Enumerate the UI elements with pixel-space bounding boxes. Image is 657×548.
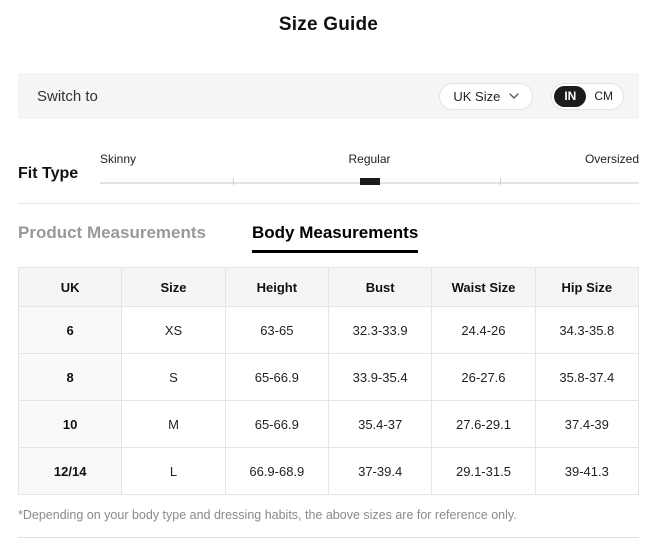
- cell-hip: 35.8-37.4: [534, 353, 640, 401]
- tab-product-measurements[interactable]: Product Measurements: [18, 223, 206, 243]
- fit-option-regular[interactable]: Regular: [348, 152, 390, 166]
- header-waist-size: Waist Size: [431, 267, 536, 307]
- fit-option-oversized[interactable]: Oversized: [585, 152, 639, 166]
- fit-type-slider[interactable]: Skinny Regular Oversized: [100, 152, 639, 185]
- section-divider: [18, 203, 639, 204]
- cell-waist: 26-27.6: [431, 353, 536, 401]
- fit-type-options: Skinny Regular Oversized: [100, 152, 639, 167]
- header-height: Height: [224, 267, 329, 307]
- cell-uk: 12/14: [17, 447, 123, 495]
- cell-uk: 8: [17, 353, 123, 401]
- tab-body-measurements[interactable]: Body Measurements: [252, 223, 419, 253]
- switch-to-bar: Switch to UK Size IN CM: [18, 73, 639, 119]
- unit-toggle: IN CM: [551, 82, 624, 110]
- fit-type-section: Fit Type Skinny Regular Oversized: [18, 152, 639, 185]
- table-row: 10 M 65-66.9 35.4-37 27.6-29.1 37.4-39: [17, 400, 640, 448]
- table-row: 8 S 65-66.9 33.9-35.4 26-27.6 35.8-37.4: [17, 353, 640, 401]
- cell-hip: 34.3-35.8: [534, 306, 640, 354]
- cell-hip: 39-41.3: [534, 447, 640, 495]
- cell-waist: 29.1-31.5: [431, 447, 536, 495]
- cell-hip: 37.4-39: [534, 400, 640, 448]
- cell-size: L: [121, 447, 226, 495]
- cell-height: 65-66.9: [224, 400, 329, 448]
- table-header-row: UK Size Height Bust Waist Size Hip Size: [17, 267, 640, 307]
- reference-footnote: *Depending on your body type and dressin…: [18, 508, 517, 522]
- track-tick: [500, 178, 502, 185]
- header-size: Size: [121, 267, 226, 307]
- cell-bust: 35.4-37: [327, 400, 433, 448]
- size-standard-value: UK Size: [453, 88, 501, 104]
- track-tick: [233, 178, 235, 185]
- header-hip-size: Hip Size: [534, 267, 640, 307]
- cell-bust: 33.9-35.4: [327, 353, 433, 401]
- measurement-tabs: Product Measurements Body Measurements: [18, 223, 639, 253]
- cell-height: 65-66.9: [224, 353, 329, 401]
- cell-bust: 32.3-33.9: [327, 306, 433, 354]
- unit-option-cm[interactable]: CM: [586, 86, 621, 107]
- fit-type-track[interactable]: [100, 178, 639, 185]
- header-bust: Bust: [327, 267, 433, 307]
- page-title: Size Guide: [278, 14, 379, 35]
- bottom-divider: [18, 537, 639, 538]
- cell-size: M: [121, 400, 226, 448]
- cell-waist: 24.4-26: [431, 306, 536, 354]
- switch-controls: UK Size IN CM: [439, 82, 624, 110]
- fit-type-marker-handle[interactable]: [359, 178, 380, 185]
- switch-to-label: Switch to: [37, 87, 98, 105]
- cell-size: XS: [121, 306, 226, 354]
- header-uk: UK: [17, 267, 123, 307]
- size-table: UK Size Height Bust Waist Size Hip Size …: [17, 267, 640, 495]
- cell-height: 63-65: [224, 306, 329, 354]
- size-standard-dropdown[interactable]: UK Size: [439, 82, 534, 110]
- cell-uk: 10: [17, 400, 123, 448]
- cell-uk: 6: [17, 306, 123, 354]
- cell-waist: 27.6-29.1: [431, 400, 536, 448]
- table-row: 12/14 L 66.9-68.9 37-39.4 29.1-31.5 39-4…: [17, 447, 640, 495]
- fit-type-label: Fit Type: [18, 165, 79, 182]
- size-guide-panel: Size Guide Switch to UK Size IN CM Fit T…: [0, 0, 657, 538]
- cell-height: 66.9-68.9: [224, 447, 329, 495]
- cell-size: S: [121, 353, 226, 401]
- cell-bust: 37-39.4: [327, 447, 433, 495]
- chevron-down-icon: [509, 93, 519, 99]
- unit-option-in[interactable]: IN: [554, 85, 587, 107]
- fit-option-skinny[interactable]: Skinny: [100, 152, 136, 166]
- table-row: 6 XS 63-65 32.3-33.9 24.4-26 34.3-35.8: [17, 306, 640, 354]
